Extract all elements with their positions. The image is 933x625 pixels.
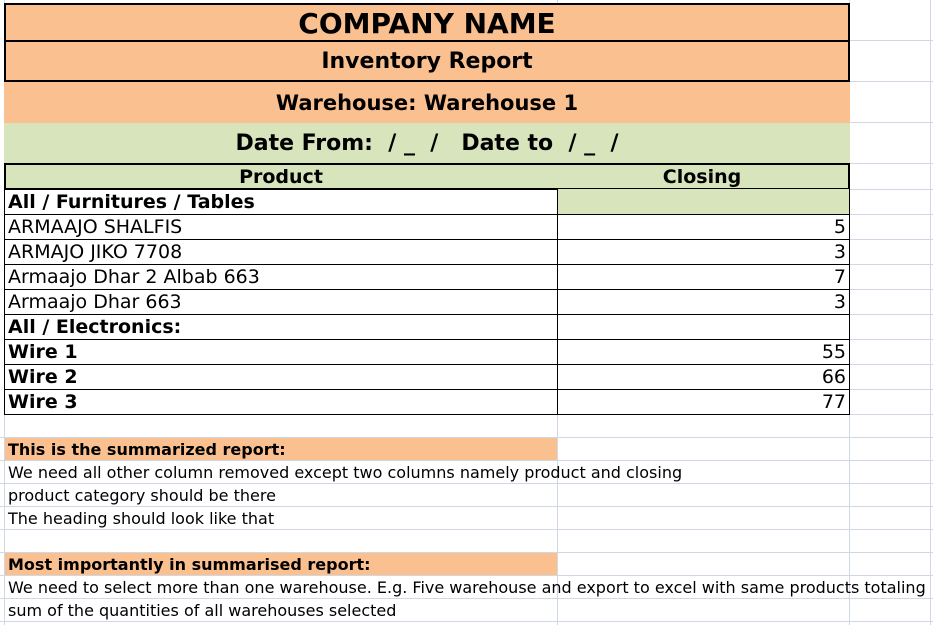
date-range-cell[interactable]: Date From: / _ / Date to / _ / [4,123,850,164]
summary-note-line[interactable]: We need all other column removed except … [5,461,930,483]
table-row-closing[interactable]: 7 [557,264,850,290]
table-row-product[interactable]: Armaajo Dhar 663 [4,289,558,315]
table-row-product[interactable]: Armaajo Dhar 2 Albab 663 [4,264,558,290]
table-row-closing[interactable]: 3 [557,239,850,265]
summary-heading-cell[interactable]: This is the summarized report: [5,438,557,460]
column-header-closing[interactable]: Closing [556,163,850,190]
warehouse-cell[interactable]: Warehouse: Warehouse 1 [4,82,850,123]
column-header-product[interactable]: Product [4,163,558,190]
table-row-product[interactable]: Wire 2 [4,364,558,390]
table-row-product[interactable]: Wire 1 [4,339,558,365]
summary-note-line[interactable]: product category should be there [5,484,930,506]
table-row-closing[interactable] [557,189,850,215]
important-note-line[interactable]: We need to select more than one warehous… [5,576,930,598]
table-row-closing[interactable]: 55 [557,339,850,365]
report-title-cell[interactable]: Inventory Report [4,40,850,82]
table-row-product[interactable]: ARMAAJO SHALFIS [4,214,558,240]
table-row-product[interactable]: All / Electronics: [4,314,558,340]
table-row-product[interactable]: Wire 3 [4,389,558,415]
table-row-product[interactable]: ARMAJO JIKO 7708 [4,239,558,265]
table-row-closing[interactable]: 5 [557,214,850,240]
table-row-product[interactable]: All / Furnitures / Tables [4,189,558,215]
table-row-closing[interactable]: 77 [557,389,850,415]
table-row-closing[interactable]: 3 [557,289,850,315]
summary-note-line[interactable]: The heading should look like that [5,507,930,529]
important-heading-cell[interactable]: Most importantly in summarised report: [5,553,557,575]
important-note-line[interactable]: sum of the quantities of all warehouses … [5,599,930,621]
table-row-closing[interactable] [557,314,850,340]
table-row-closing[interactable]: 66 [557,364,850,390]
company-name-cell[interactable]: COMPANY NAME [4,3,850,42]
